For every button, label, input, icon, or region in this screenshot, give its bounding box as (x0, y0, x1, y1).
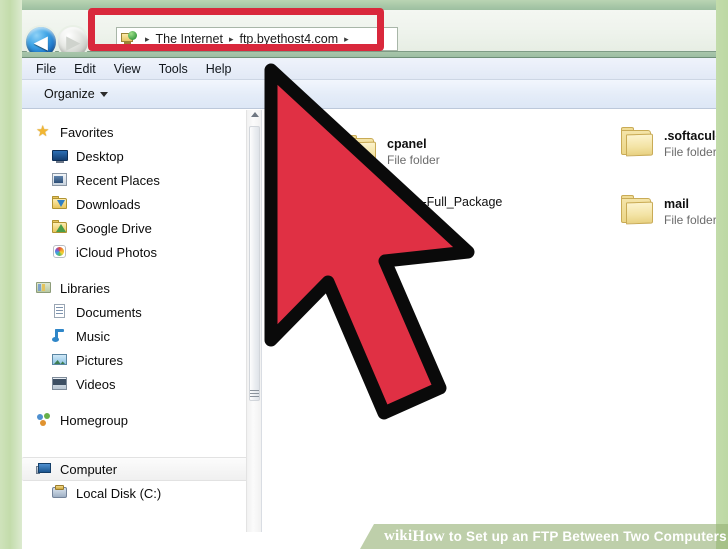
window-body: ★ Favorites Desktop Recent Places Downlo… (22, 109, 716, 533)
icloud-photos-icon (52, 244, 69, 260)
file-item-mail[interactable]: mail File folder (618, 194, 716, 228)
google-drive-icon (52, 220, 69, 236)
sidebar-item-recent-places[interactable]: Recent Places (22, 168, 261, 192)
watermark-text: wiki How to Set up an FTP Between Two Comp… (384, 524, 727, 549)
navigation-bar: ◀ ▶ ▸ The Internet ▸ ftp.byethost4.com ▸ (22, 10, 716, 57)
file-item-text: .softaculous File folder (664, 126, 716, 160)
breadcrumb-separator-2[interactable]: ▸ (339, 34, 354, 45)
desktop-icon (52, 148, 69, 164)
sidebar-label-videos: Videos (76, 376, 116, 392)
downloads-folder-icon (52, 196, 69, 212)
file-name: .softaculous (664, 129, 716, 143)
organize-label: Organize (44, 87, 95, 101)
sidebar-item-local-disk[interactable]: Local Disk (C:) (22, 481, 261, 505)
menu-help[interactable]: Help (197, 60, 241, 78)
sidebar-label-recent-places: Recent Places (76, 172, 160, 188)
scrollbar-grip-icon (250, 390, 259, 398)
sidebar-gap-2 (22, 396, 261, 408)
network-globe-icon (121, 31, 137, 47)
watermark-rest: to Set up an FTP Between Two Computers (448, 529, 727, 544)
organize-button[interactable]: Organize (36, 84, 116, 104)
address-bar[interactable]: ▸ The Internet ▸ ftp.byethost4.com ▸ (116, 27, 398, 51)
file-item-text: cpanel File folder (387, 134, 440, 168)
scrollbar-thumb[interactable] (249, 126, 260, 401)
watermark-wiki: wiki (384, 528, 413, 544)
music-icon (52, 328, 69, 344)
sidebar-label-google-drive: Google Drive (76, 220, 152, 236)
recent-places-icon (52, 172, 69, 188)
sidebar-group-homegroup[interactable]: Homegroup (22, 408, 261, 432)
sidebar-label-homegroup: Homegroup (60, 412, 128, 428)
menu-file[interactable]: File (27, 60, 65, 78)
folder-icon (341, 192, 379, 225)
pictures-icon (52, 352, 69, 368)
file-name: mail (664, 197, 690, 211)
file-list-pane: cpanel File folder Stable-Full_Package .… (263, 110, 716, 533)
sidebar-label-local-disk: Local Disk (C:) (76, 485, 162, 501)
sidebar-gap-1 (22, 264, 261, 276)
file-name: Stable-Full_Package (387, 195, 503, 209)
navigation-pane: ★ Favorites Desktop Recent Places Downlo… (22, 110, 262, 533)
breadcrumb-host[interactable]: ftp.byethost4.com (238, 32, 339, 46)
folder-icon (618, 194, 656, 227)
sidebar-gap-3 (22, 432, 261, 444)
file-item-softaculous[interactable]: .softaculous File folder (618, 126, 716, 160)
navpane-scrollbar[interactable] (246, 110, 261, 533)
sidebar-label-documents: Documents (76, 304, 142, 320)
sidebar-group-favorites[interactable]: ★ Favorites (22, 120, 261, 144)
chevron-down-icon (99, 91, 108, 97)
computer-icon (36, 461, 53, 477)
documents-icon (52, 304, 69, 320)
homegroup-icon (36, 412, 53, 428)
sidebar-item-desktop[interactable]: Desktop (22, 144, 261, 168)
menu-tools[interactable]: Tools (150, 60, 197, 78)
star-icon: ★ (36, 123, 50, 140)
sidebar-item-pictures[interactable]: Pictures (22, 348, 261, 372)
watermark-how: How (412, 527, 445, 545)
file-item-text: mail File folder (664, 194, 716, 228)
explorer-window: ◀ ▶ ▸ The Internet ▸ ftp.byethost4.com ▸… (22, 0, 716, 533)
breadcrumb-separator-0[interactable]: ▸ (140, 34, 155, 45)
sidebar-label-computer: Computer (60, 461, 118, 477)
scroll-up-arrow-icon[interactable] (251, 112, 259, 117)
sidebar-item-google-drive[interactable]: Google Drive (22, 216, 261, 240)
sidebar-label-downloads: Downloads (76, 196, 141, 212)
command-toolbar: Organize (22, 80, 716, 109)
sidebar-item-documents[interactable]: Documents (22, 300, 261, 324)
folder-icon (618, 126, 656, 159)
sidebar-item-videos[interactable]: Videos (22, 372, 261, 396)
videos-icon (52, 376, 69, 392)
menu-bar: File Edit View Tools Help (22, 58, 716, 80)
sidebar-label-icloud-photos: iCloud Photos (76, 244, 157, 260)
breadcrumb-separator-1[interactable]: ▸ (224, 34, 239, 45)
sidebar-label-favorites: Favorites (60, 124, 114, 140)
sidebar-item-downloads[interactable]: Downloads (22, 192, 261, 216)
sidebar-label-pictures: Pictures (76, 352, 123, 368)
sidebar-label-desktop: Desktop (76, 148, 124, 164)
local-disk-icon (52, 485, 69, 501)
wikihow-watermark: wiki How to Set up an FTP Between Two Comp… (360, 524, 728, 549)
sidebar-item-music[interactable]: Music (22, 324, 261, 348)
file-type: File folder (664, 213, 716, 227)
sidebar-label-music: Music (76, 328, 110, 344)
file-type: File folder (387, 153, 440, 167)
libraries-icon (36, 280, 53, 296)
file-item-cpanel[interactable]: cpanel File folder (341, 134, 440, 168)
sidebar-item-icloud-photos[interactable]: iCloud Photos (22, 240, 261, 264)
file-name: cpanel (387, 137, 427, 151)
file-type: File folder (664, 145, 716, 159)
menu-view[interactable]: View (105, 60, 150, 78)
file-item-stable-full-package[interactable]: Stable-Full_Package (341, 192, 502, 225)
sidebar-group-libraries[interactable]: Libraries (22, 276, 261, 300)
window-title-bar (22, 0, 716, 10)
sidebar-group-computer[interactable]: Computer (22, 457, 255, 481)
sidebar-label-libraries: Libraries (60, 280, 110, 296)
file-item-text: Stable-Full_Package (387, 192, 502, 210)
folder-icon (341, 134, 379, 167)
breadcrumb-internet[interactable]: The Internet (155, 32, 224, 46)
menu-edit[interactable]: Edit (65, 60, 105, 78)
